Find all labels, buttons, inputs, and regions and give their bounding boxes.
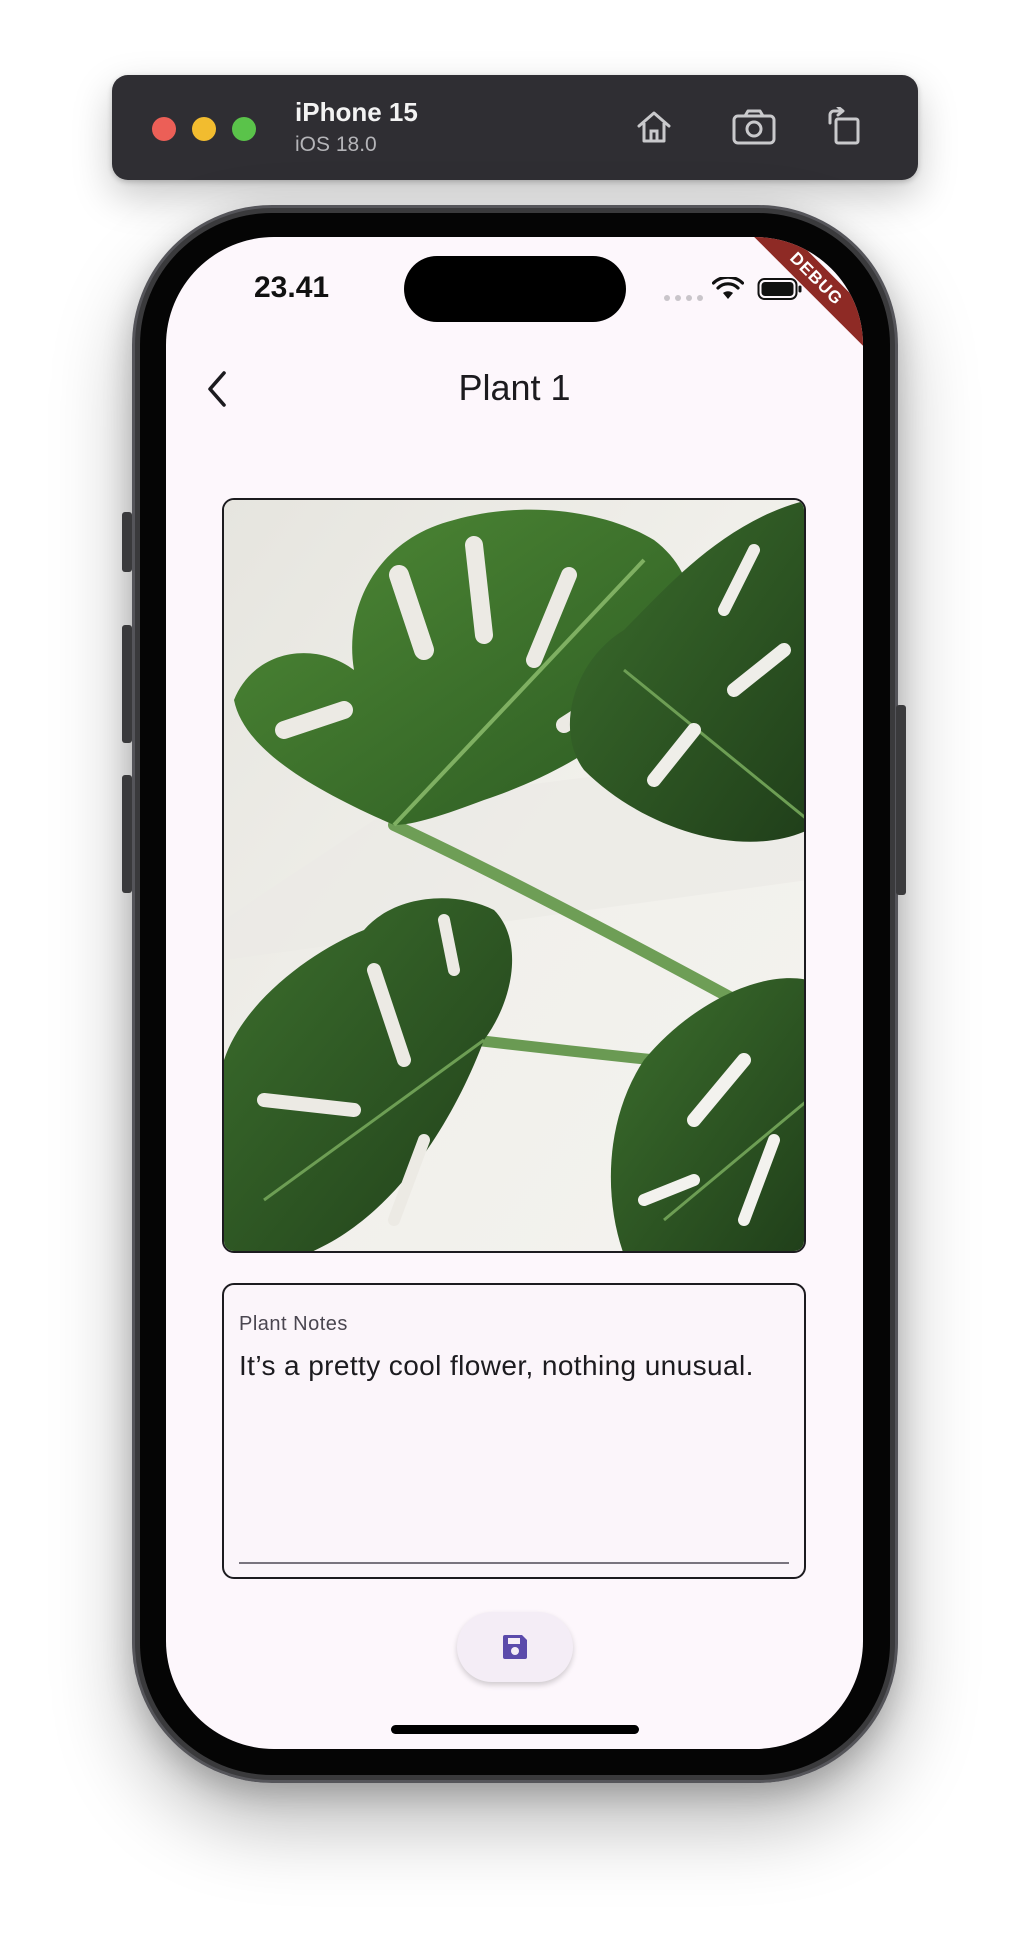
home-indicator[interactable] xyxy=(391,1725,639,1734)
phone-screen: 23.41 DEBUG Plant 1 Plant Notes It’s a p… xyxy=(166,237,863,1749)
screenshot-icon xyxy=(732,109,776,145)
plant-notes-field[interactable]: Plant Notes It’s a pretty cool flower, n… xyxy=(222,1283,806,1579)
volume-up-button xyxy=(122,625,132,743)
rotate-button[interactable] xyxy=(820,103,868,151)
device-os-version: iOS 18.0 xyxy=(295,133,377,156)
simulator-toolbar: iPhone 15 iOS 18.0 xyxy=(112,75,918,180)
device-name: iPhone 15 xyxy=(295,97,418,127)
wifi-icon xyxy=(712,277,744,299)
battery-icon xyxy=(757,278,802,300)
dynamic-island xyxy=(404,256,626,322)
notes-underline xyxy=(239,1562,789,1564)
power-button xyxy=(896,705,906,895)
status-time: 23.41 xyxy=(254,271,330,304)
volume-down-button xyxy=(122,775,132,893)
monstera-leaves-illustration xyxy=(224,500,804,1251)
zoom-window-button[interactable] xyxy=(232,117,256,141)
home-button[interactable] xyxy=(630,103,678,151)
cellular-signal-icon xyxy=(664,295,703,301)
floppy-disk-icon xyxy=(503,1635,527,1659)
plant-notes-label: Plant Notes xyxy=(239,1313,348,1335)
screenshot-button[interactable] xyxy=(730,103,778,151)
save-button[interactable] xyxy=(457,1612,573,1682)
chevron-left-icon xyxy=(208,371,226,407)
home-icon xyxy=(637,111,671,143)
action-button xyxy=(122,512,132,572)
plant-image xyxy=(222,498,806,1253)
back-button[interactable] xyxy=(196,367,240,411)
plant-notes-input[interactable]: It’s a pretty cool flower, nothing unusu… xyxy=(239,1345,779,1387)
page-title: Plant 1 xyxy=(458,367,571,408)
rotate-icon xyxy=(828,107,860,145)
close-window-button[interactable] xyxy=(152,117,176,141)
minimize-window-button[interactable] xyxy=(192,117,216,141)
